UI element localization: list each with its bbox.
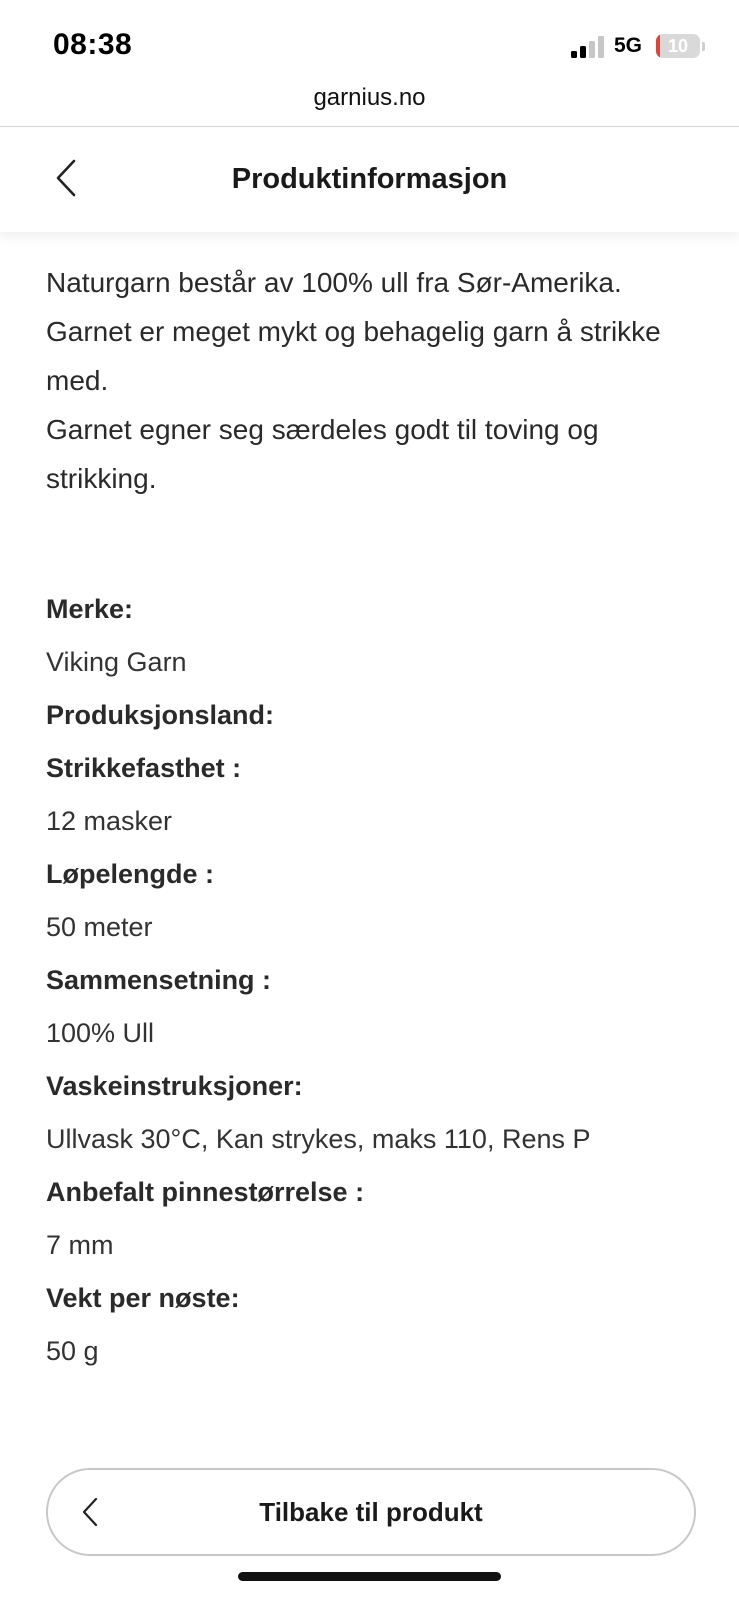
page-header: Produktinformasjon [0,127,739,232]
spec-value-strikkefasthet: 12 masker [46,806,173,836]
home-indicator[interactable] [238,1572,501,1581]
signal-icon [571,36,604,58]
spec-label-sammensetning: Sammensetning : [46,965,272,995]
back-to-product-label: Tilbake til produkt [259,1497,483,1527]
url-bar[interactable]: garnius.no [0,80,739,126]
spec-value-sammensetning: 100% Ull [46,1018,155,1048]
network-type: 5G [614,34,643,57]
spec-label-produksjonsland: Produksjonsland: [46,700,275,730]
spec-value-vekt: 50 g [46,1336,99,1366]
spec-label-pinnestorrelse: Anbefalt pinnestørrelse : [46,1177,365,1207]
spec-value-pinnestorrelse: 7 mm [46,1230,114,1260]
description-paragraph: Naturgarn består av 100% ull fra Sør-Ame… [46,267,661,396]
battery-cap [702,42,705,51]
page-title: Produktinformasjon [231,163,508,195]
battery-icon: 10 [656,34,700,58]
status-bar: 08:38 5G 10 [0,0,739,80]
battery-percent: 10 [667,36,689,56]
spec-value-lopelengde: 50 meter [46,912,153,942]
spec-value-merke: Viking Garn [46,647,187,677]
spec-value-vaskeinstruksjoner: Ullvask 30°C, Kan strykes, maks 110, Ren… [46,1124,591,1154]
status-time: 08:38 [53,28,133,61]
product-description: Naturgarn består av 100% ull fra Sør-Ame… [46,258,706,503]
product-specs: Merke: Viking Garn Produksjonsland: Stri… [46,590,706,1385]
spec-label-lopelengde: Løpelengde : [46,859,214,889]
spec-label-strikkefasthet: Strikkefasthet : [46,753,242,783]
back-to-product-button[interactable]: Tilbake til produkt [46,1468,696,1556]
spec-label-vaskeinstruksjoner: Vaskeinstruksjoner: [46,1071,303,1101]
spec-label-vekt: Vekt per nøste: [46,1283,240,1313]
page: 08:38 5G 10 garnius.no Produktinformasjo… [0,0,739,1600]
description-paragraph: Garnet egner seg særdeles godt til tovin… [46,414,599,494]
spec-label-merke: Merke: [46,594,134,624]
